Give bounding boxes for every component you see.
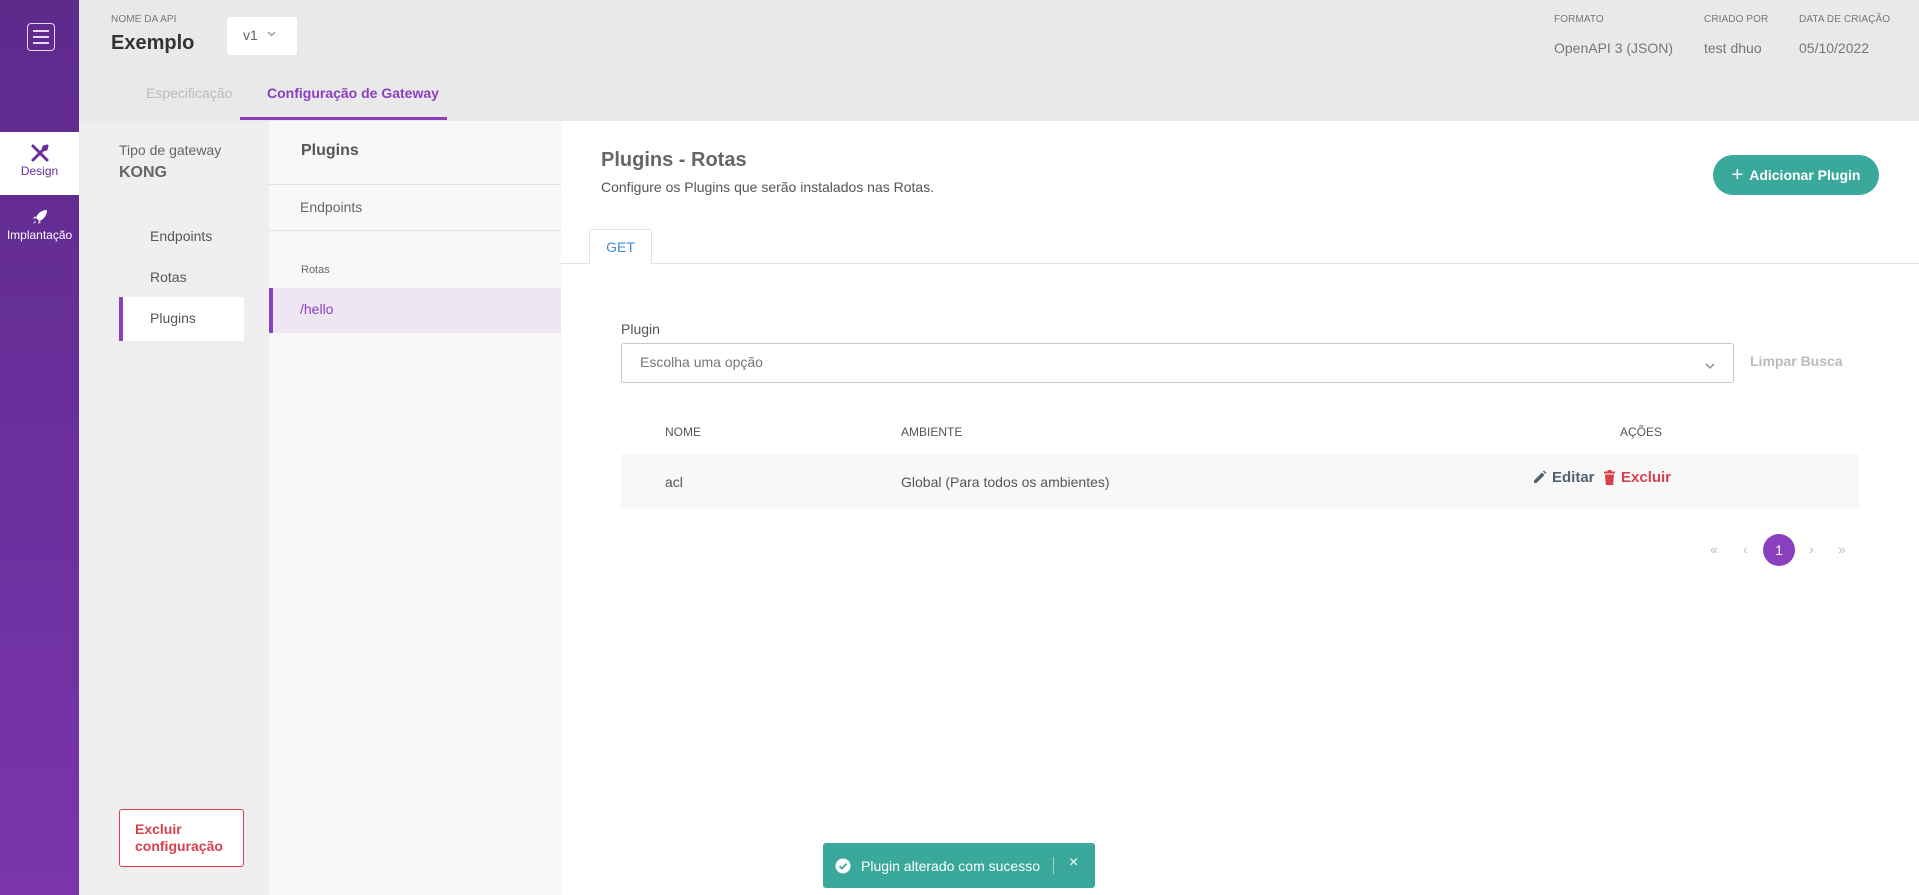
gateway-nav-endpoints[interactable]: Endpoints (119, 215, 244, 259)
column-header-acoes: AÇÕES (1620, 425, 1663, 439)
pagination-first[interactable]: « (1710, 541, 1718, 557)
chevron-down-icon (1705, 357, 1715, 373)
gateway-nav-plugins[interactable]: Plugins (119, 297, 244, 341)
created-by-value: test dhuo (1704, 40, 1762, 56)
plugins-panel-endpoints[interactable]: Endpoints (300, 199, 362, 215)
plugin-filter-label: Plugin (621, 321, 660, 337)
clear-search-button[interactable]: Limpar Busca (1750, 353, 1843, 369)
delete-configuration-button[interactable]: Excluir configuração (119, 809, 244, 867)
pagination-prev[interactable]: ‹ (1743, 541, 1748, 557)
page-title: Plugins - Rotas (601, 149, 747, 171)
gateway-sidebar: Tipo de gateway KONG Endpoints Rotas Plu… (79, 121, 269, 895)
design-tools-icon (0, 142, 79, 164)
format-label: FORMATO (1554, 14, 1604, 25)
delete-configuration-line2: configuração (135, 838, 223, 854)
pagination-last[interactable]: » (1838, 541, 1846, 557)
tab-especificacao[interactable]: Especificação (146, 85, 232, 101)
plugin-filter-placeholder: Escolha uma opção (640, 354, 763, 370)
plugins-panel-routes-heading: Rotas (301, 264, 330, 276)
delete-configuration-line1: Excluir (135, 821, 182, 837)
main-content: Plugins - Rotas Configure os Plugins que… (561, 121, 1919, 895)
edit-button[interactable]: Editar (1532, 469, 1595, 486)
hamburger-menu-button[interactable] (27, 23, 55, 51)
rail-item-label: Implantação (6, 228, 73, 242)
edit-label: Editar (1552, 469, 1595, 486)
delete-button[interactable]: Excluir (1603, 469, 1671, 486)
table-row: acl Global (Para todos os ambientes) Edi… (621, 454, 1859, 508)
format-value: OpenAPI 3 (JSON) (1554, 40, 1674, 56)
top-header: NOME DA API Exemplo v1 FORMATO OpenAPI 3… (79, 0, 1919, 121)
plugin-filter-select[interactable]: Escolha uma opção (621, 343, 1734, 383)
plugins-panel-title: Plugins (301, 142, 359, 159)
add-plugin-label: Adicionar Plugin (1749, 167, 1861, 183)
divider (269, 230, 561, 231)
rail-item-label: Design (20, 164, 59, 178)
row-environment: Global (Para todos os ambientes) (901, 474, 1110, 490)
created-by-label: CRIADO POR (1704, 14, 1769, 25)
created-date-value: 05/10/2022 (1799, 40, 1870, 56)
tab-method-get[interactable]: GET (589, 229, 652, 264)
created-date-label: DATA DE CRIAÇÃO (1799, 14, 1891, 25)
hamburger-icon-line (33, 42, 49, 44)
left-rail: Design Implantação (0, 0, 79, 895)
row-name: acl (665, 474, 683, 490)
route-item-hello[interactable]: /hello (269, 288, 561, 333)
gateway-type-label: Tipo de gateway (119, 142, 222, 158)
version-value: v1 (243, 27, 258, 43)
pagination-current-page[interactable]: 1 (1763, 534, 1795, 566)
close-icon[interactable]: × (1069, 854, 1078, 872)
rail-item-design[interactable]: Design (0, 132, 79, 195)
api-name: Exemplo (111, 32, 195, 54)
rail-item-implantacao[interactable]: Implantação (0, 196, 79, 259)
plugins-panel: Plugins Endpoints Rotas /hello (269, 121, 561, 895)
version-select[interactable]: v1 (227, 17, 297, 55)
success-toast: Plugin alterado com sucesso × (823, 843, 1095, 888)
hamburger-icon-line (33, 36, 49, 38)
page-subtitle: Configure os Plugins que serão instalado… (601, 179, 935, 195)
toast-message: Plugin alterado com sucesso (861, 857, 1040, 874)
hamburger-icon (33, 30, 49, 32)
check-circle-icon (835, 858, 851, 873)
tabs-divider (561, 263, 1919, 264)
delete-label: Excluir (1621, 469, 1672, 486)
rocket-icon (0, 206, 79, 228)
pencil-icon (1534, 470, 1547, 483)
toast-separator (1053, 857, 1054, 874)
pagination-next[interactable]: › (1809, 541, 1814, 557)
gateway-type-value: KONG (119, 164, 167, 181)
active-tab-indicator (240, 117, 447, 120)
api-name-label: NOME DA API (111, 14, 177, 25)
add-plugin-button[interactable]: + Adicionar Plugin (1713, 155, 1879, 195)
plus-icon: + (1731, 164, 1744, 186)
column-header-nome: NOME (665, 425, 701, 439)
column-header-ambiente: AMBIENTE (901, 425, 963, 439)
chevron-down-icon (267, 29, 276, 40)
divider (269, 184, 561, 185)
trash-icon (1604, 470, 1615, 485)
gateway-nav-rotas[interactable]: Rotas (119, 256, 244, 300)
tab-configuracao-gateway[interactable]: Configuração de Gateway (267, 85, 439, 101)
